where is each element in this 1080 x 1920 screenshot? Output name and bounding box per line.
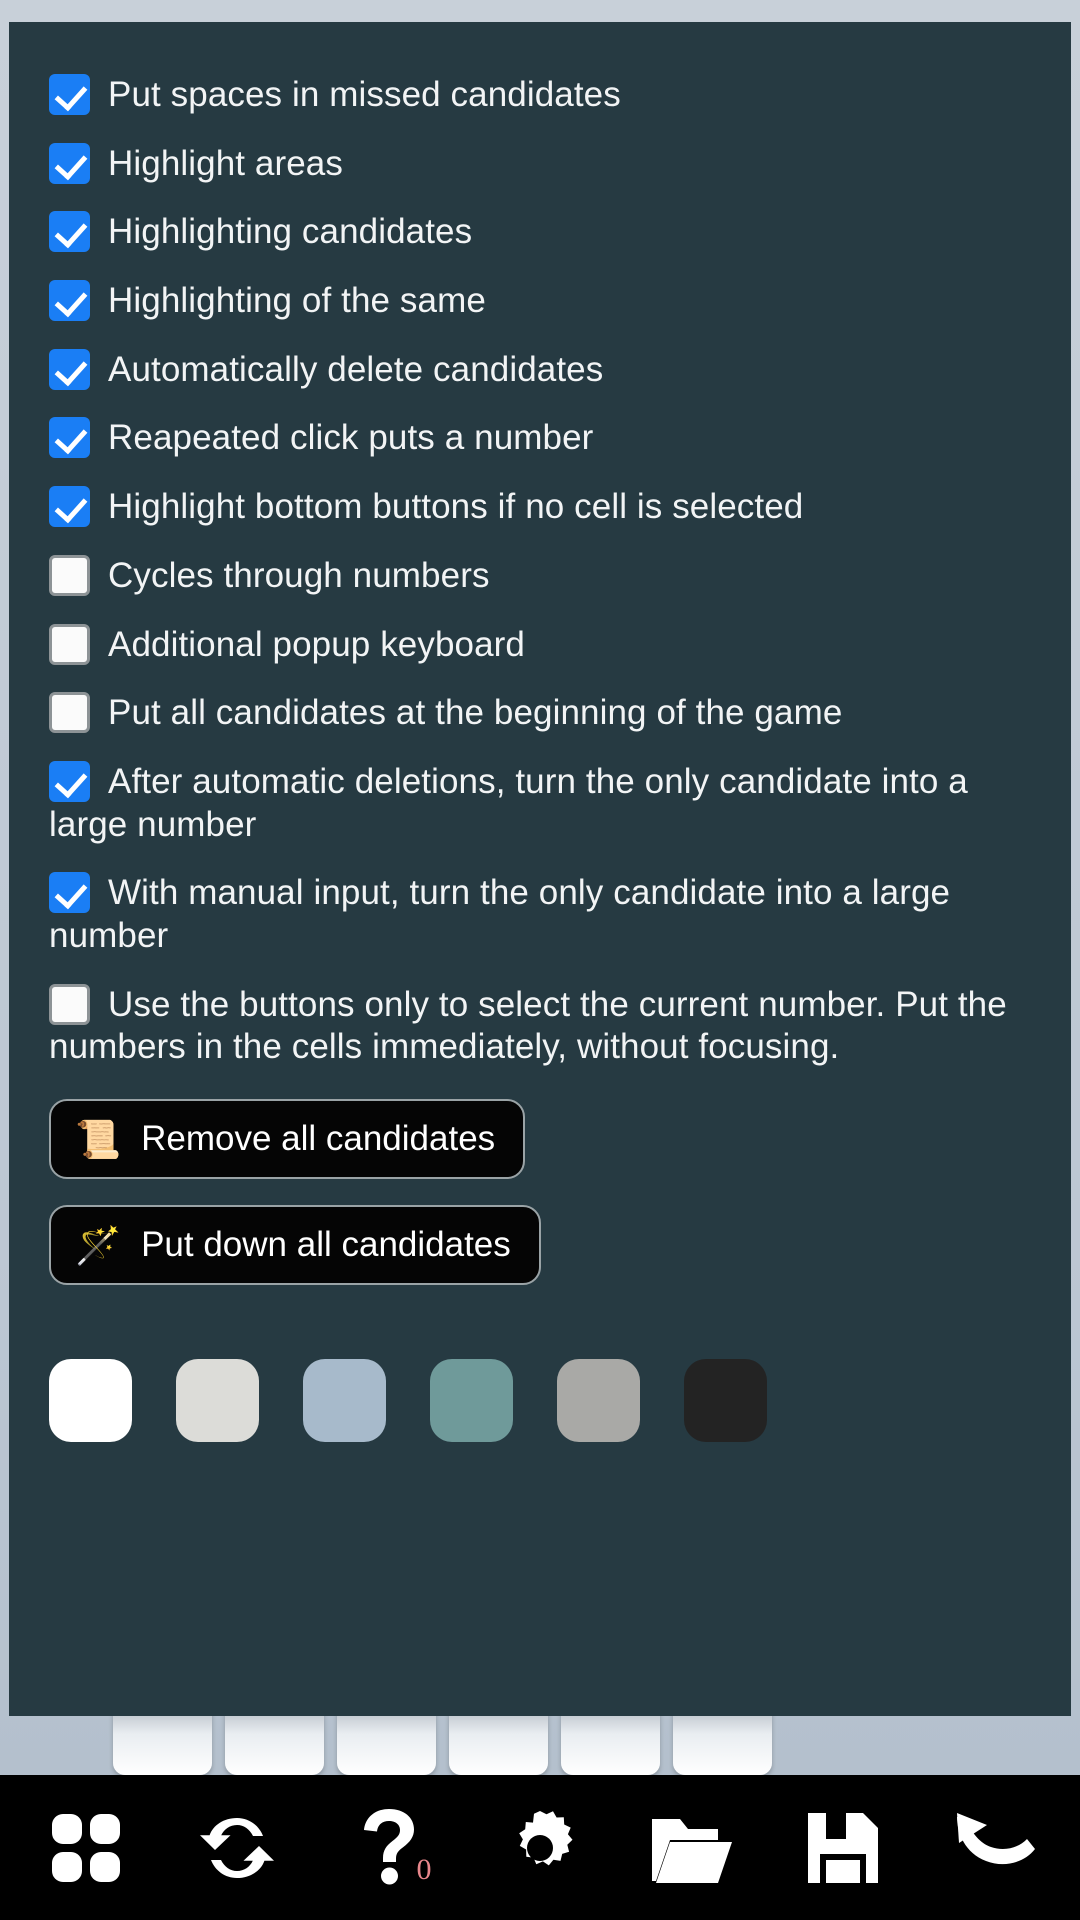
checkbox-put-all-candidates-at-start[interactable] bbox=[49, 692, 90, 734]
theme-swatch-grey[interactable] bbox=[557, 1359, 640, 1442]
remove-all-candidates-label: Remove all candidates bbox=[141, 1119, 496, 1158]
checkbox-buttons-select-current-number[interactable] bbox=[49, 983, 90, 1025]
checkbox-automatically-delete-candidates[interactable] bbox=[49, 348, 90, 390]
magic-wand-icon: 🪄 bbox=[75, 1224, 122, 1266]
theme-swatch-white[interactable] bbox=[49, 1359, 132, 1442]
bottom-toolbar: 0 bbox=[0, 1775, 1080, 1920]
theme-swatch-light-grey[interactable] bbox=[176, 1359, 259, 1442]
hint-button[interactable]: 0 bbox=[334, 1793, 444, 1903]
setting-label: Additional popup keyboard bbox=[108, 624, 525, 664]
setting-row-buttons-select-current-number[interactable]: Use the buttons only to select the curre… bbox=[49, 983, 1031, 1069]
grid-button[interactable] bbox=[31, 1793, 141, 1903]
scroll-icon: 📜 bbox=[75, 1118, 122, 1160]
question-icon bbox=[356, 1806, 422, 1890]
settings-button[interactable] bbox=[485, 1793, 595, 1903]
theme-swatch-blue-grey[interactable] bbox=[303, 1359, 386, 1442]
theme-swatch-row bbox=[49, 1359, 1031, 1502]
setting-row-highlighting-of-the-same[interactable]: Highlighting of the same bbox=[49, 280, 1031, 323]
setting-label: Put spaces in missed candidates bbox=[108, 75, 621, 114]
theme-swatch-teal[interactable] bbox=[430, 1359, 513, 1442]
gear-icon bbox=[499, 1807, 581, 1889]
hint-count-badge: 0 bbox=[416, 1852, 432, 1886]
setting-label: Put all candidates at the beginning of t… bbox=[108, 693, 843, 733]
setting-row-highlighting-candidates[interactable]: Highlighting candidates bbox=[49, 211, 1031, 254]
open-button[interactable] bbox=[636, 1793, 746, 1903]
checkbox-additional-popup-keyboard[interactable] bbox=[49, 623, 90, 665]
checkbox-cycles-through-numbers[interactable] bbox=[49, 554, 90, 596]
setting-row-cycles-through-numbers[interactable]: Cycles through numbers bbox=[49, 554, 1031, 598]
save-button[interactable] bbox=[788, 1793, 898, 1903]
undo-button[interactable] bbox=[939, 1793, 1049, 1903]
action-button-group: 📜 Remove all candidates 🪄 Put down all c… bbox=[49, 1099, 1031, 1311]
setting-row-automatically-delete-candidates[interactable]: Automatically delete candidates bbox=[49, 348, 1031, 392]
checkbox-repeated-click-puts-a-number[interactable] bbox=[49, 417, 90, 459]
checkbox-highlight-bottom-buttons[interactable] bbox=[49, 486, 90, 528]
setting-label: Reapeated click puts a number bbox=[108, 418, 594, 458]
checkbox-highlighting-of-the-same[interactable] bbox=[49, 280, 90, 322]
refresh-icon bbox=[195, 1806, 279, 1890]
put-down-all-candidates-button[interactable]: 🪄 Put down all candidates bbox=[49, 1205, 541, 1285]
checkbox-after-auto-deletions-large-number[interactable] bbox=[49, 760, 90, 802]
grid-icon bbox=[47, 1809, 125, 1887]
floppy-disk-icon bbox=[803, 1808, 883, 1888]
setting-row-after-auto-deletions-large-number[interactable]: After automatic deletions, turn the only… bbox=[49, 760, 1031, 846]
put-down-all-candidates-label: Put down all candidates bbox=[141, 1225, 511, 1264]
setting-label: Highlight bottom buttons if no cell is s… bbox=[108, 487, 804, 527]
setting-row-highlight-bottom-buttons[interactable]: Highlight bottom buttons if no cell is s… bbox=[49, 486, 1031, 529]
theme-swatch-dark[interactable] bbox=[684, 1359, 767, 1442]
setting-row-additional-popup-keyboard[interactable]: Additional popup keyboard bbox=[49, 623, 1031, 667]
setting-label: Highlighting candidates bbox=[108, 212, 473, 252]
checkbox-highlighting-candidates[interactable] bbox=[49, 211, 90, 253]
folder-open-icon bbox=[648, 1809, 734, 1887]
setting-label: Use the buttons only to select the curre… bbox=[49, 984, 1007, 1067]
setting-label: Highlight areas bbox=[108, 143, 343, 183]
checkbox-manual-input-large-number[interactable] bbox=[49, 872, 90, 914]
setting-row-manual-input-large-number[interactable]: With manual input, turn the only candida… bbox=[49, 872, 1031, 957]
setting-row-highlight-areas[interactable]: Highlight areas bbox=[49, 142, 1031, 186]
setting-row-repeated-click-puts-a-number[interactable]: Reapeated click puts a number bbox=[49, 417, 1031, 460]
setting-label: Automatically delete candidates bbox=[108, 349, 604, 389]
setting-label: After automatic deletions, turn the only… bbox=[49, 761, 968, 844]
settings-scroll-area[interactable]: Put spaces in missed candidates Highligh… bbox=[9, 22, 1071, 1502]
setting-row-put-spaces-in-missed-candidates[interactable]: Put spaces in missed candidates bbox=[49, 74, 1031, 117]
setting-label: Cycles through numbers bbox=[108, 555, 490, 595]
undo-icon bbox=[951, 1809, 1037, 1887]
setting-label: Highlighting of the same bbox=[108, 281, 486, 321]
settings-panel: Put spaces in missed candidates Highligh… bbox=[9, 22, 1071, 1716]
checkbox-highlight-areas[interactable] bbox=[49, 142, 90, 184]
restart-button[interactable] bbox=[182, 1793, 292, 1903]
checkbox-put-spaces-in-missed-candidates[interactable] bbox=[49, 74, 90, 115]
setting-row-put-all-candidates-at-start[interactable]: Put all candidates at the beginning of t… bbox=[49, 692, 1031, 735]
setting-label: With manual input, turn the only candida… bbox=[49, 873, 951, 955]
remove-all-candidates-button[interactable]: 📜 Remove all candidates bbox=[49, 1099, 526, 1179]
